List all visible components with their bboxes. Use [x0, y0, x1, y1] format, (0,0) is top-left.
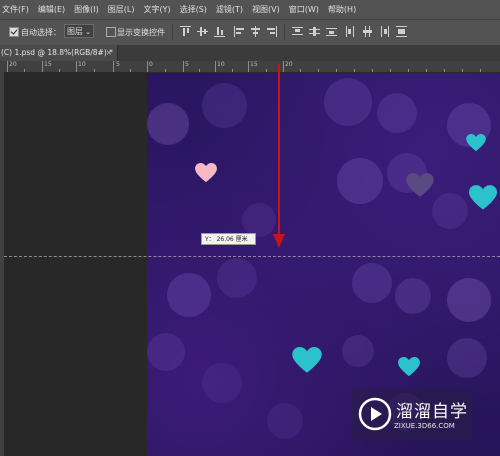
- watermark-name: 溜溜自学: [396, 402, 468, 422]
- align-bottom-icon[interactable]: [214, 26, 225, 37]
- ruler-label: 5: [116, 61, 120, 68]
- ruler-label: 20: [9, 61, 17, 68]
- show-transform-label: 显示变换控件: [117, 28, 165, 37]
- horizontal-ruler[interactable]: 20 15 10 5 0 5 10 15 20: [0, 61, 500, 73]
- bokeh-circle: [352, 263, 392, 303]
- menu-window[interactable]: 窗口(W): [289, 4, 319, 15]
- auto-align-icon[interactable]: [396, 26, 407, 37]
- document-tab-title: (C) 1.psd @ 18.8%(RGB/8#) *: [1, 48, 113, 57]
- menu-help[interactable]: 帮助(H): [328, 4, 356, 15]
- heart-shape-teal: [466, 134, 486, 152]
- align-right-icon[interactable]: [266, 26, 277, 37]
- bokeh-circle: [167, 273, 211, 317]
- menu-bar: 文件(F) 编辑(E) 图像(I) 图层(L) 文字(Y) 选择(S) 滤镜(T…: [0, 0, 500, 19]
- distribute-right-icon[interactable]: [379, 26, 390, 37]
- distribute-left-icon[interactable]: [345, 26, 356, 37]
- chevron-down-icon: ⌄: [85, 28, 91, 36]
- bokeh-circle: [267, 403, 303, 439]
- bokeh-circle: [447, 338, 487, 378]
- ruler-label: 15: [44, 61, 52, 68]
- bokeh-circle: [147, 333, 185, 371]
- watermark-url: ZIXUE.3D66.COM: [394, 422, 455, 430]
- align-left-icon[interactable]: [234, 26, 245, 37]
- heart-shape-mauve: [406, 173, 434, 197]
- pasteboard: [4, 73, 147, 456]
- bokeh-circle: [202, 363, 242, 403]
- align-horizontal-center-icon[interactable]: [250, 26, 261, 37]
- distribute-horizontal-center-icon[interactable]: [362, 26, 373, 37]
- bokeh-circle: [337, 158, 383, 204]
- heart-shape-teal: [469, 185, 497, 210]
- menu-type[interactable]: 文字(Y): [143, 4, 170, 15]
- play-logo-icon: [358, 397, 392, 431]
- distribute-bottom-icon[interactable]: [326, 26, 337, 37]
- horizontal-guide-line[interactable]: [4, 256, 500, 257]
- options-bar: 自动选择： 图层 ⌄ 显示变换控件: [0, 19, 500, 47]
- show-transform-checkbox[interactable]: [106, 27, 116, 37]
- bokeh-circle: [432, 193, 468, 229]
- bokeh-circle: [202, 83, 247, 128]
- close-icon[interactable]: ×: [106, 45, 112, 61]
- layer-select-value: 图层: [67, 27, 83, 36]
- bokeh-circle: [395, 278, 431, 314]
- distribute-vertical-center-icon[interactable]: [309, 26, 320, 37]
- heart-shape-pink: [195, 163, 217, 183]
- align-top-icon[interactable]: [180, 26, 191, 37]
- menu-image[interactable]: 图像(I): [74, 4, 99, 15]
- bokeh-circle: [377, 93, 417, 133]
- menu-layer[interactable]: 图层(L): [108, 4, 135, 15]
- document-tab[interactable]: (C) 1.psd @ 18.8%(RGB/8#) * ×: [0, 45, 118, 61]
- menu-filter[interactable]: 滤镜(T): [216, 4, 243, 15]
- bokeh-circle: [217, 258, 257, 298]
- document-tab-bar: (C) 1.psd @ 18.8%(RGB/8#) * ×: [0, 45, 500, 61]
- divider: [284, 24, 285, 40]
- watermark: 溜溜自学 ZIXUE.3D66.COM: [352, 389, 472, 441]
- align-vertical-center-icon[interactable]: [197, 26, 208, 37]
- bokeh-circle: [447, 278, 491, 322]
- layer-select-dropdown[interactable]: 图层 ⌄: [64, 24, 94, 38]
- ruler-label: 0: [149, 61, 153, 68]
- menu-view[interactable]: 视图(V): [252, 4, 280, 15]
- ruler-label: 10: [78, 61, 86, 68]
- distribute-top-icon[interactable]: [292, 26, 303, 37]
- ruler-label: 10: [217, 61, 225, 68]
- divider: [172, 24, 173, 40]
- menu-file[interactable]: 文件(F): [2, 4, 29, 15]
- heart-shape-teal: [292, 347, 322, 373]
- menu-select[interactable]: 选择(S): [180, 4, 207, 15]
- drag-down-arrow: [273, 64, 285, 248]
- ruler-label: 15: [250, 61, 258, 68]
- auto-select-label: 自动选择：: [21, 28, 61, 37]
- auto-select-checkbox[interactable]: [9, 27, 19, 37]
- menu-edit[interactable]: 编辑(E): [38, 4, 65, 15]
- heart-shape-teal: [398, 357, 420, 377]
- bokeh-circle: [324, 78, 372, 126]
- bokeh-circle: [147, 103, 189, 145]
- guide-position-tooltip: Y： 26.06 厘米: [201, 233, 256, 245]
- bokeh-circle: [342, 335, 374, 367]
- ruler-label: 5: [185, 61, 189, 68]
